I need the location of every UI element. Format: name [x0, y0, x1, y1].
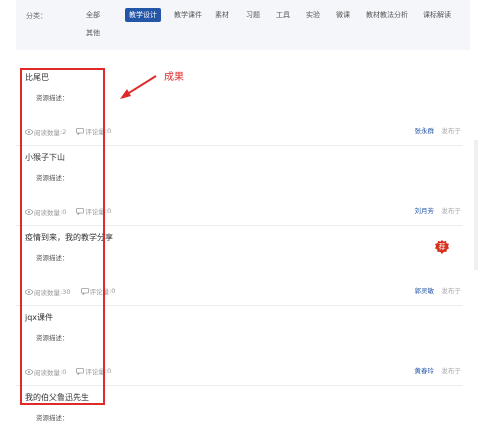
published-label: 发布于 — [441, 287, 462, 295]
published-label: 发布于 — [441, 367, 462, 375]
eye-icon — [25, 208, 33, 215]
views-label: 阅读数量 — [34, 128, 60, 137]
filter-label: 分类： — [26, 12, 47, 20]
resource-title[interactable]: 疫情到来，我的教学分享 — [25, 232, 113, 243]
views-count: 0 — [62, 367, 67, 376]
views-stat: 阅读数量:30 — [25, 287, 70, 297]
list-item: 疫情到来，我的教学分享 荐 资源描述： 阅读数量:30 评论量:0 郭灵敏 发布… — [16, 226, 463, 306]
list-item: 小猴子下山 资源描述： 阅读数量:0 评论量:0 刘月芳 发布于 — [16, 146, 463, 226]
list-item: 比尾巴 资源描述： 阅读数量:2 评论量:0 张永群 发布于 — [16, 66, 463, 146]
resource-stats: 阅读数量:0 评论量:0 — [25, 206, 119, 217]
filter-option-tools[interactable]: 工具 — [272, 8, 294, 22]
views-label: 阅读数量 — [34, 368, 60, 377]
comments-stat: 评论量:0 — [76, 126, 111, 136]
comments-count: 0 — [107, 367, 112, 375]
annotation-arrow-icon — [120, 75, 157, 99]
comment-icon — [76, 127, 85, 135]
published-label: 发布于 — [441, 207, 462, 215]
author-link[interactable]: 郭灵敏 — [415, 285, 435, 295]
views-stat: 阅读数量:0 — [25, 207, 66, 217]
comments-count: 0 — [107, 127, 112, 135]
published-label: 发布于 — [441, 127, 462, 135]
resource-description-label: 资源描述： — [36, 334, 69, 342]
scrollbar[interactable] — [474, 140, 478, 270]
views-stat: 阅读数量:2 — [25, 127, 66, 137]
comment-icon — [76, 367, 85, 375]
filter-option-material[interactable]: 素材 — [211, 8, 233, 22]
filter-option-teaching-design[interactable]: 教学设计 — [125, 8, 161, 22]
list-item: jqx课件 资源描述： 阅读数量:0 评论量:0 黄春玲 发布于 — [16, 306, 463, 386]
resource-description-label: 资源描述： — [36, 94, 69, 102]
resource-title[interactable]: jqx课件 — [25, 312, 53, 323]
comments-label: 评论量 — [85, 368, 105, 376]
eye-icon — [25, 288, 33, 295]
annotation-label: 成果 — [164, 72, 184, 83]
views-count: 0 — [62, 207, 67, 216]
resource-stats: 阅读数量:2 评论量:0 — [25, 126, 119, 137]
views-stat: 阅读数量:0 — [25, 367, 66, 377]
comments-stat: 评论量:0 — [76, 206, 111, 216]
filter-option-other[interactable]: 其他 — [82, 26, 104, 40]
views-label: 阅读数量 — [34, 288, 60, 297]
comments-label: 评论量 — [85, 208, 105, 216]
comments-stat: 评论量:0 — [76, 366, 111, 376]
comments-count: 0 — [111, 287, 116, 295]
resource-description-label: 资源描述： — [36, 254, 69, 262]
views-label: 阅读数量 — [34, 208, 60, 217]
list-item: 我的伯父鲁迅先生 资源描述： — [16, 386, 463, 431]
filter-option-all[interactable]: 全部 — [82, 8, 104, 22]
filter-option-textbook-analysis[interactable]: 教材教法分析 — [362, 8, 412, 22]
author-link[interactable]: 张永群 — [415, 125, 435, 135]
resource-description-label: 资源描述： — [36, 174, 69, 182]
comment-icon — [76, 207, 85, 215]
filter-option-exercise[interactable]: 习题 — [242, 8, 264, 22]
resource-description-label: 资源描述： — [36, 414, 69, 422]
resource-title[interactable]: 比尾巴 — [25, 72, 49, 83]
filter-option-courseware[interactable]: 教学课件 — [170, 8, 206, 22]
comments-count: 0 — [107, 207, 112, 215]
views-count: 30 — [62, 287, 71, 296]
category-filter-bar: 分类： 全部 教学设计 教学课件 素材 习题 工具 实验 微课 教材教法分析 课… — [16, 0, 470, 50]
views-count: 2 — [62, 127, 67, 136]
resource-title[interactable]: 小猴子下山 — [25, 152, 65, 163]
eye-icon — [25, 368, 33, 375]
resource-stats: 阅读数量:30 评论量:0 — [25, 286, 123, 297]
author-link[interactable]: 刘月芳 — [415, 205, 435, 215]
author-link[interactable]: 黄春玲 — [415, 365, 435, 375]
comments-stat: 评论量:0 — [80, 286, 116, 296]
comment-icon — [80, 287, 89, 295]
comments-label: 评论量 — [85, 128, 105, 136]
filter-option-micro-lesson[interactable]: 微课 — [332, 8, 354, 22]
resource-stats: 阅读数量:0 评论量:0 — [25, 366, 119, 377]
filter-option-experiment[interactable]: 实验 — [302, 8, 324, 22]
recommended-badge: 荐 — [435, 240, 449, 254]
eye-icon — [25, 128, 33, 135]
filter-option-curriculum-standard[interactable]: 课标解读 — [419, 8, 455, 22]
comments-label: 评论量 — [89, 288, 110, 296]
resource-title[interactable]: 我的伯父鲁迅先生 — [25, 392, 89, 403]
